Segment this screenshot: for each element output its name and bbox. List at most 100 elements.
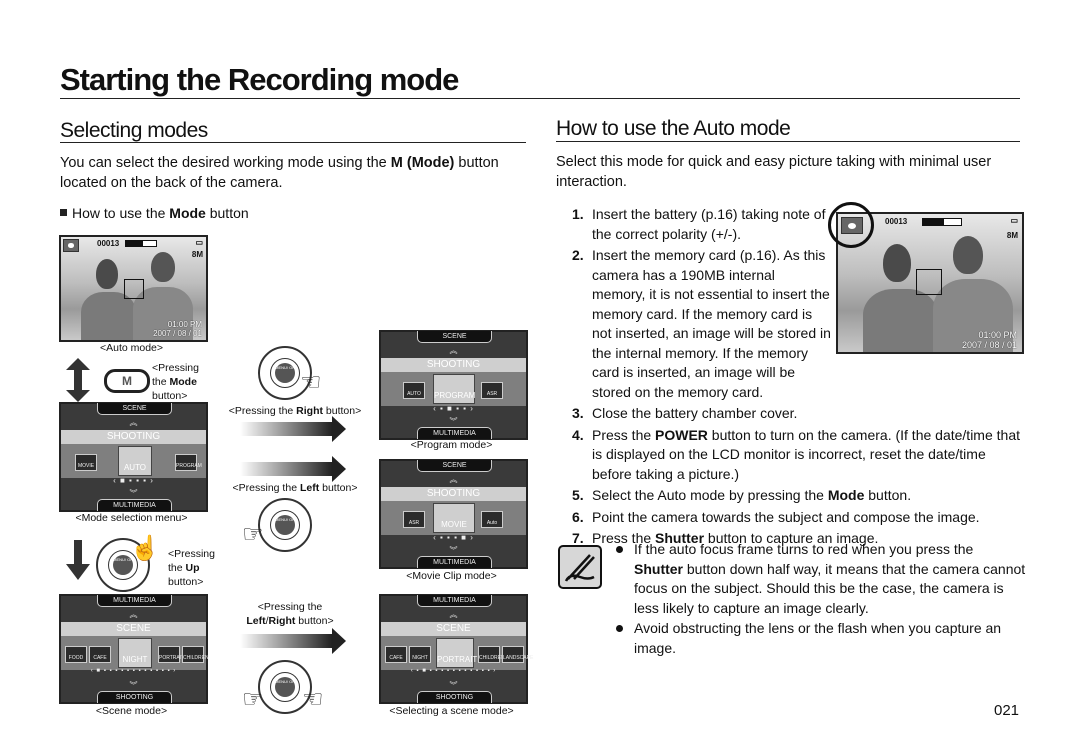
menu-page-dots: ‹ ▪ ■ ▪ ▪ › [433,404,474,413]
menu-item-auto[interactable]: Auto [481,511,503,528]
select-scene-menu: MULTIMEDIA ︽ SCENE CAFE NIGHT PORTRAIT C… [379,594,533,704]
scene-mode-menu: MULTIMEDIA ︽ SCENE FOOD CAFE NIGHT PORTR… [59,594,209,704]
pressing-left-caption: <Pressing the Left button> [232,482,358,494]
hand-pointer-icon: ☞ [242,521,264,548]
hand-pointer-icon: ☝ [130,535,160,562]
mode-button[interactable]: M [104,369,150,393]
pressing-right-caption: <Pressing the Right button> [228,405,362,417]
menu-item-program-selected[interactable]: PROGRAM [433,374,475,404]
menu-item-children[interactable]: CHILDREN [182,646,209,663]
bullet-icon [616,625,623,632]
right-arrow-icon [240,456,346,482]
control-dial-left[interactable]: MENU/ OK [258,498,312,552]
menu-item-landscape[interactable]: LANDSCAPE [502,646,533,663]
menu-band: SCENE [381,622,526,636]
mode-selection-caption: <Mode selection menu> [75,512,188,524]
hand-pointer-icon: ☜ [302,686,324,713]
down-chevron-icon: ︾ [449,681,458,690]
up-chevron-icon: ︽ [129,418,138,427]
notes-list: If the auto focus frame turns to red whe… [616,540,1026,659]
pressing-mode-caption: <Pressing the Mode button> [152,362,199,402]
menu-tab-bottom: MULTIMEDIA [417,427,492,439]
menu-page-dots: ‹ ▪ ■ ▪ ▪ ▪ ▪ ▪ ▪ ▪ ▪ ▪ ▪ ▪ › [410,668,497,674]
note-item: If the auto focus frame turns to red whe… [616,540,1026,618]
menu-tab-bottom: SHOOTING [97,691,172,703]
menu-tab-bottom: MULTIMEDIA [97,499,172,511]
select-scene-caption: <Selecting a scene mode> [389,705,514,717]
menu-item-cafe[interactable]: CAFE [385,646,407,663]
right-arrow-icon [240,416,346,442]
menu-item-program[interactable]: PROGRAM [175,454,202,471]
menu-page-dots: ‹ ■ ▪ ▪ ▪ › [113,476,154,485]
step-item: 1. Insert the battery (p.16) taking note … [572,206,826,242]
step-item: 3. Close the battery chamber cover. [572,405,798,421]
camera-mode-icon [63,239,79,252]
square-bullet-icon [60,209,67,216]
battery-icon: ▭ [195,238,203,247]
note-item: Avoid obstructing the lens or the flash … [616,619,1026,658]
menu-item-night-selected[interactable]: NIGHT [118,638,152,668]
section-divider-right [556,141,1020,142]
menu-item-children[interactable]: CHILDREN [478,646,505,663]
up-chevron-icon: ︽ [449,346,458,355]
menu-item-asr[interactable]: ASR [403,511,425,528]
title-divider [60,98,1020,99]
down-chevron-icon: ︾ [449,417,458,426]
menu-item-night[interactable]: NIGHT [409,646,431,663]
auto-mode-lcd-screenshot: 00013 ▭ 8M 01:00 PM 2007 / 08 / 01 [59,235,208,342]
memory-bar [125,240,157,247]
section-divider-left [60,142,526,143]
menu-item-portrait[interactable]: PORTRAIT [158,646,184,663]
menu-item-auto[interactable]: AUTO [403,382,425,399]
movie-mode-caption: <Movie Clip mode> [406,570,497,582]
menu-item-cafe[interactable]: CAFE [89,646,111,663]
auto-mode-intro: Select this mode for quick and easy pict… [556,154,992,190]
step-item: 4. Press the POWER button to turn on the … [572,426,1020,482]
down-chevron-icon: ︾ [449,546,458,555]
menu-band: SHOOTING [61,430,206,444]
section-heading-selecting-modes: Selecting modes [60,119,208,142]
menu-page-dots: ‹ ▪ ▪ ▪ ■ › [433,533,474,542]
down-arrow-icon [66,540,90,580]
mode-button-subheading: How to use the Mode button [60,205,249,221]
step-item: 5. Select the Auto mode by pressing the M… [572,487,912,503]
lcd-date: 2007 / 08 / 01 [153,329,202,338]
lcd-time: 01:00 PM [167,320,202,329]
hand-pointer-icon: ☜ [300,369,322,396]
menu-item-food[interactable]: FOOD [65,646,87,663]
right-arrow-icon [240,628,346,654]
up-down-arrow-icon [66,358,90,402]
menu-item-asr[interactable]: ASR [481,382,503,399]
menu-page-dots: ‹ ■ ▪ ▪ ▪ ▪ ▪ ▪ ▪ ▪ ▪ ▪ ▪ ▪ › [90,668,177,674]
down-chevron-icon: ︾ [129,681,138,690]
menu-band: SHOOTING [381,358,526,372]
menu-tab-bottom: SHOOTING [417,691,492,703]
up-chevron-icon: ︽ [129,610,138,619]
page-title: Starting the Recording mode [60,62,459,97]
menu-tab-top: SCENE [417,460,492,472]
shot-count: 00013 [97,239,120,248]
menu-item-portrait-selected[interactable]: PORTRAIT [436,638,477,668]
af-frame [124,279,144,299]
menu-tab-top: SCENE [417,331,492,343]
pressing-left-right-caption: <Pressing the Left/Right button> [246,601,334,627]
hand-pointer-icon: ☞ [242,686,264,713]
program-mode-menu: SCENE ︽ SHOOTING AUTO PROGRAM ASR ‹ ▪ ■ … [379,330,528,440]
mode-selection-menu: SCENE ︽ SHOOTING MOVIE AUTO PROGRAM ‹ ■ … [59,402,208,512]
auto-mode-steps: 1. Insert the battery (p.16) taking note … [572,205,1024,549]
menu-item-movie-selected[interactable]: MOVIE [433,503,475,533]
step-item: 6. Point the camera towards the subject a… [572,508,980,525]
down-chevron-icon: ︾ [129,489,138,498]
page-number: 021 [994,702,1020,719]
movie-mode-menu: SCENE ︽ SHOOTING ASR MOVIE Auto ‹ ▪ ▪ ▪ … [379,459,528,569]
pressing-up-caption: <Pressing the Up button> [168,548,215,588]
note-pencil-icon [558,545,602,589]
menu-item-movie[interactable]: MOVIE [75,454,97,471]
scene-mode-caption: <Scene mode> [95,705,168,717]
bullet-icon [616,546,623,553]
step-item: 2. Insert the memory card (p.16). As this… [572,247,831,400]
menu-band: SCENE [61,622,206,636]
section-heading-auto-mode: How to use the Auto mode [556,117,791,140]
menu-item-auto-selected[interactable]: AUTO [118,446,152,476]
image-size-label: 8M [191,250,203,259]
